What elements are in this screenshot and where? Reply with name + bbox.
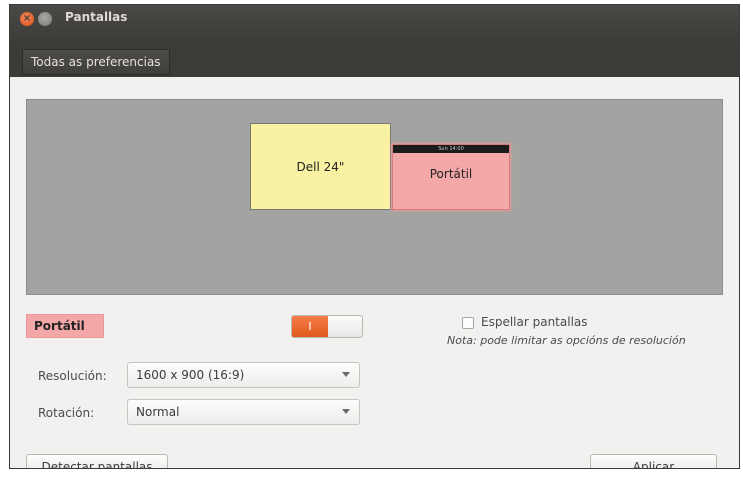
window-title: Pantallas — [65, 10, 128, 24]
resolution-label: Resolución: — [38, 369, 107, 383]
content-area: Dell 24" Sun 14:00 Portátil Portátil I R… — [10, 77, 739, 468]
display-power-toggle[interactable]: I — [291, 315, 363, 338]
chevron-down-icon — [342, 372, 350, 377]
monitor-laptop[interactable]: Sun 14:00 Portátil — [392, 144, 510, 210]
resolution-value: 1600 x 900 (16:9) — [136, 368, 245, 382]
rotation-select[interactable]: Normal — [127, 399, 360, 425]
toggle-on-indicator: I — [292, 316, 328, 337]
close-icon[interactable]: × — [20, 12, 34, 26]
selected-display-name: Portátil — [26, 314, 104, 338]
all-settings-button[interactable]: Todas as preferencias — [22, 49, 170, 75]
monitor-dell[interactable]: Dell 24" — [250, 123, 391, 210]
title-bar: × Pantallas — [10, 5, 739, 43]
monitor-laptop-label: Portátil — [429, 167, 473, 181]
displays-window: × Pantallas Todas as preferencias Dell 2… — [9, 4, 740, 469]
rotation-value: Normal — [136, 405, 180, 419]
rotation-label: Rotación: — [38, 406, 95, 420]
mirror-displays-label[interactable]: Espellar pantallas — [481, 315, 588, 329]
chevron-down-icon — [342, 409, 350, 414]
detect-displays-button[interactable]: Detectar pantallas — [26, 454, 168, 468]
monitor-arrangement: Dell 24" Sun 14:00 Portátil — [26, 99, 723, 295]
mirror-note: Nota: pode limitar as opcións de resoluc… — [447, 334, 686, 347]
minimize-icon[interactable] — [38, 12, 52, 26]
resolution-select[interactable]: 1600 x 900 (16:9) — [127, 362, 360, 388]
monitor-laptop-topbar: Sun 14:00 — [393, 145, 509, 153]
monitor-dell-label: Dell 24" — [296, 159, 345, 174]
mirror-displays-checkbox[interactable] — [462, 317, 474, 329]
apply-button[interactable]: Aplicar — [590, 454, 717, 468]
